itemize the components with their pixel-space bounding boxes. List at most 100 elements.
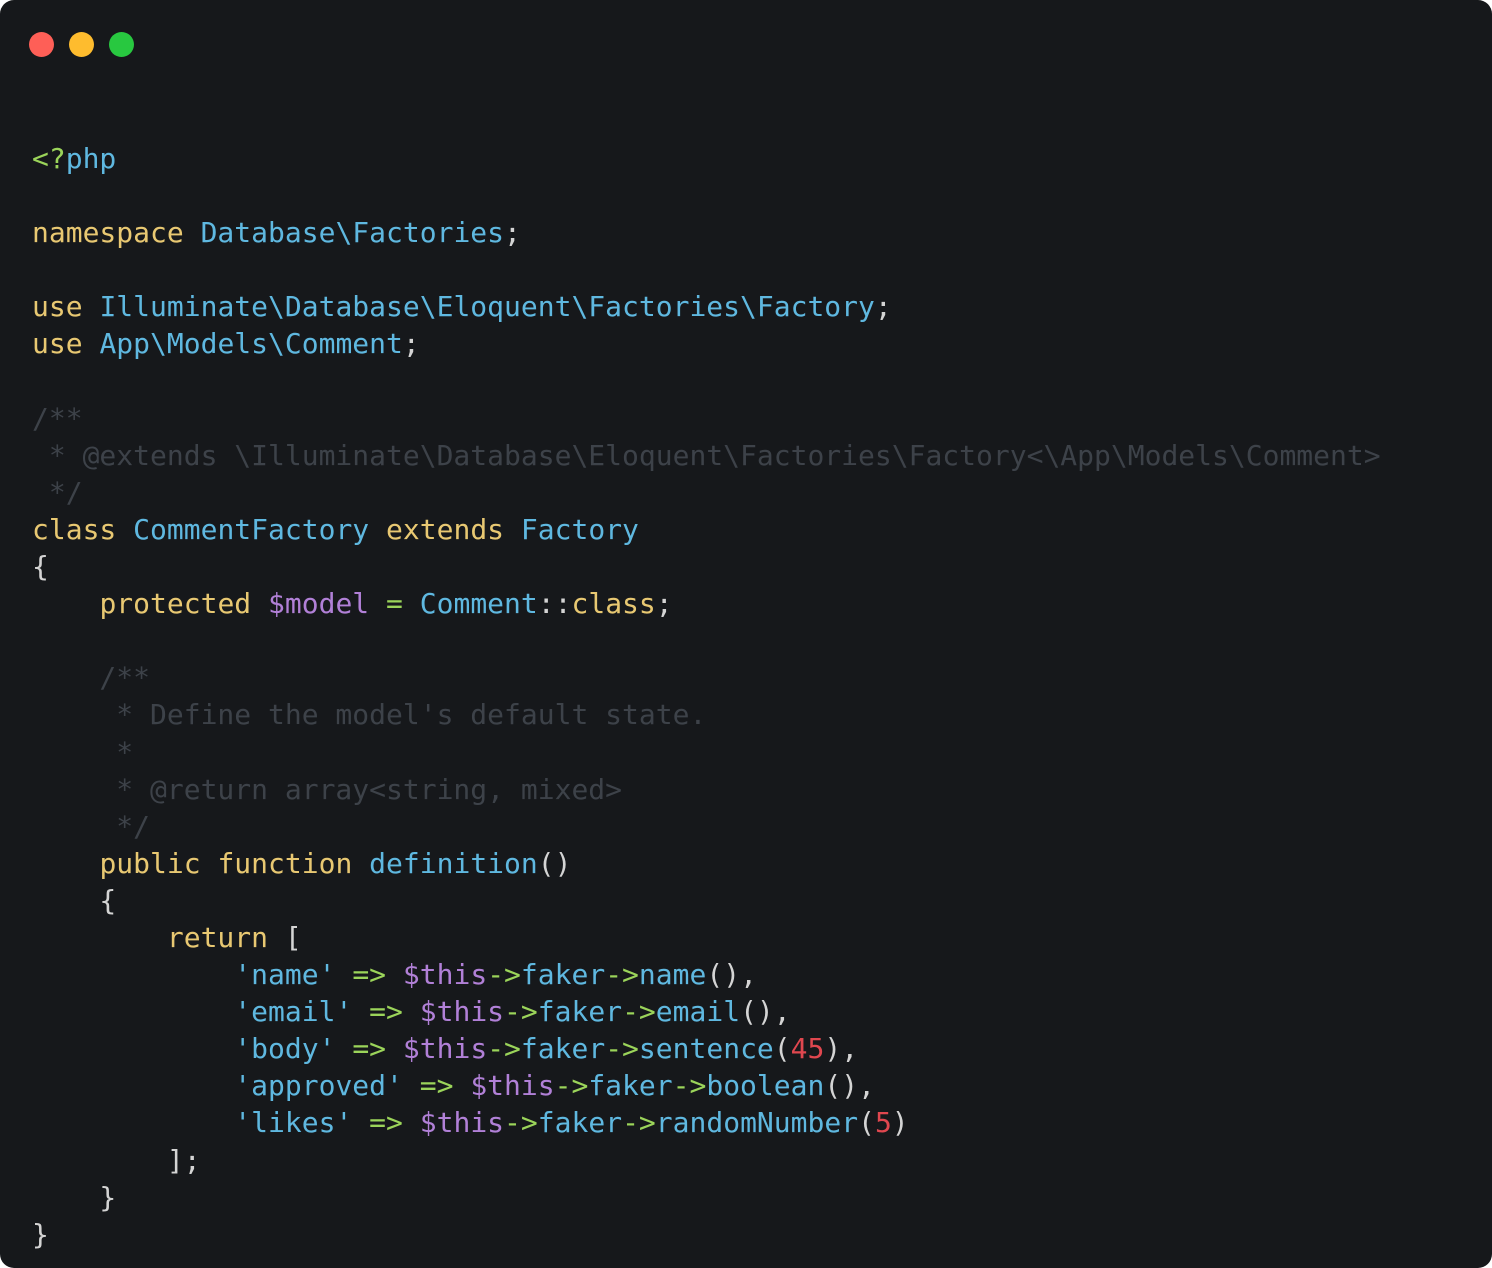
code-token: $this <box>419 1106 505 1140</box>
code-token: => <box>369 995 403 1029</box>
code-token: ) <box>891 1106 909 1140</box>
code-token: 'approved' <box>234 1069 403 1103</box>
code-block: <?php namespace Database\Factories; use … <box>32 140 1381 1253</box>
code-token: name <box>638 958 707 992</box>
code-token: App\Models\Comment <box>99 327 403 361</box>
code-token: Illuminate\Database\Eloquent\Factories\F… <box>99 290 875 324</box>
close-window-dot-icon[interactable] <box>29 32 54 57</box>
code-token: (), <box>740 995 791 1029</box>
code-token: 'email' <box>234 995 353 1029</box>
code-token: ), <box>824 1032 859 1066</box>
code-token: -> <box>622 1106 656 1140</box>
code-token: => <box>419 1069 454 1103</box>
code-token: -> <box>554 1069 589 1103</box>
code-token: -> <box>487 958 521 992</box>
code-token: => <box>369 1106 403 1140</box>
minimize-window-dot-icon[interactable] <box>69 32 94 57</box>
code-token: faker <box>520 1032 606 1066</box>
code-token: faker <box>537 1106 623 1140</box>
code-token: ; <box>874 290 892 324</box>
code-line: public function definition() <box>32 845 1381 882</box>
code-line: 'email' => $this->faker->email(), <box>32 993 1381 1030</box>
code-token: ( <box>858 1106 875 1140</box>
code-line: } <box>32 1179 1381 1216</box>
code-token: => <box>352 1032 387 1066</box>
code-token: } <box>32 1180 117 1214</box>
code-line: /** <box>32 400 1381 437</box>
code-token: class <box>32 512 117 546</box>
code-line: namespace Database\Factories; <box>32 214 1381 251</box>
code-token: :: <box>537 587 572 621</box>
code-token: ]; <box>32 1143 201 1177</box>
code-token: Comment <box>419 587 538 621</box>
code-token: } <box>32 1217 49 1251</box>
code-line: { <box>32 548 1381 585</box>
code-token: [ <box>268 920 302 954</box>
code-token: * <box>32 735 134 769</box>
code-line: * Define the model's default state. <box>32 696 1381 733</box>
code-token: php <box>65 142 117 175</box>
code-token: */ <box>32 475 83 509</box>
code-token: = <box>386 587 403 621</box>
code-token: /** <box>32 401 83 435</box>
code-token: 'body' <box>234 1032 336 1066</box>
code-token: * @return array<string, mixed> <box>32 772 623 806</box>
code-token: Factory <box>520 512 639 546</box>
code-line: * @extends \Illuminate\Database\Eloquent… <box>32 437 1381 474</box>
code-line: * @return array<string, mixed> <box>32 771 1381 808</box>
code-token: ; <box>504 216 521 250</box>
code-token: Database\Factories <box>200 216 505 250</box>
code-line: 'approved' => $this->faker->boolean(), <box>32 1067 1381 1104</box>
code-line: return [ <box>32 919 1381 956</box>
code-token: => <box>352 958 387 992</box>
code-token: 5 <box>874 1106 892 1140</box>
code-line: protected $model = Comment::class; <box>32 585 1381 622</box>
code-line: <?php <box>32 140 1381 177</box>
code-line: /** <box>32 659 1381 696</box>
code-token: $this <box>419 995 505 1029</box>
code-token: email <box>655 995 741 1029</box>
code-token: * @extends \Illuminate\Database\Eloquent… <box>32 438 1381 472</box>
code-token: public <box>99 846 201 880</box>
code-token: ( <box>773 1032 791 1066</box>
code-token: definition <box>369 846 538 880</box>
code-line: */ <box>32 808 1381 845</box>
code-token: extends <box>386 512 505 546</box>
code-token: -> <box>504 995 538 1029</box>
code-token: $this <box>470 1069 555 1103</box>
code-token: <? <box>32 142 66 175</box>
code-token: namespace <box>32 216 184 250</box>
code-token: $this <box>402 958 488 992</box>
code-token: faker <box>520 958 606 992</box>
code-token: use <box>32 327 83 361</box>
code-line: class CommentFactory extends Factory <box>32 511 1381 548</box>
maximize-window-dot-icon[interactable] <box>109 32 134 57</box>
code-token: ; <box>402 327 420 361</box>
code-token: randomNumber <box>655 1106 859 1140</box>
code-line: use App\Models\Comment; <box>32 325 1381 362</box>
code-token: */ <box>32 809 151 843</box>
code-token: (), <box>706 958 757 992</box>
code-token: ; <box>655 587 673 621</box>
code-token: * Define the model's default state. <box>32 698 707 732</box>
